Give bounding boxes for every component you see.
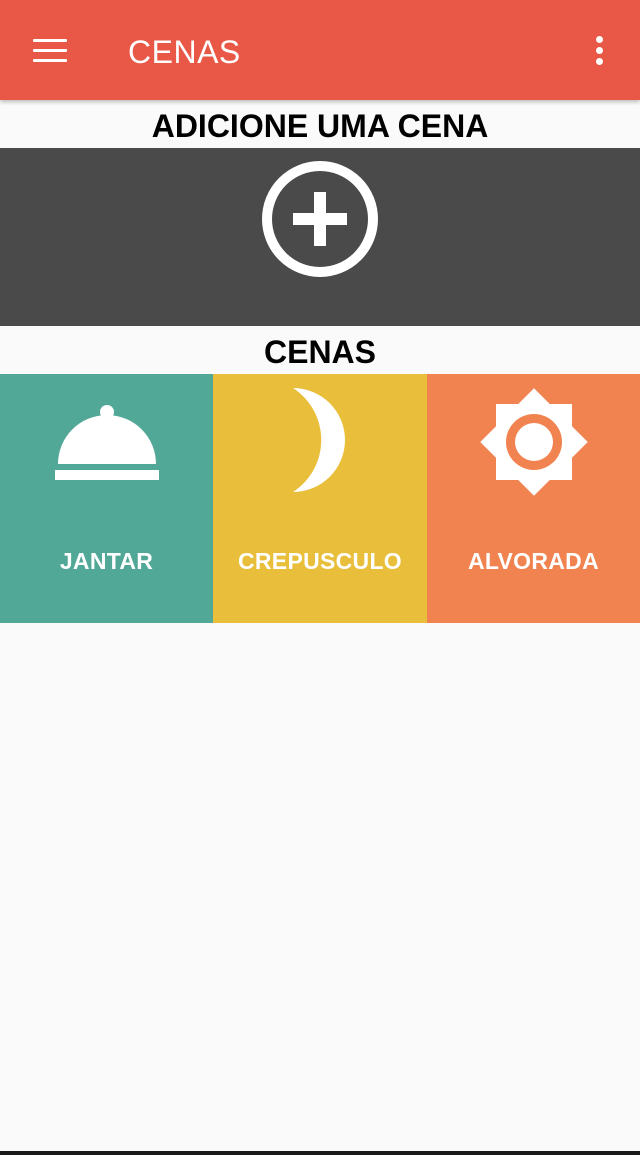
food-cloche-icon (54, 405, 159, 480)
bottom-divider (0, 1151, 640, 1155)
scene-tile-crepusculo[interactable]: CREPUSCULO (213, 374, 427, 623)
app-bar: CENAS (0, 0, 640, 100)
page-title: CENAS (128, 34, 241, 70)
scenes-list: JANTAR CREPUSCULO ALVORADA (0, 374, 640, 623)
crescent-moon-icon (293, 388, 345, 492)
scene-tile-jantar[interactable]: JANTAR (0, 374, 213, 623)
scene-label: ALVORADA (467, 548, 600, 574)
more-vertical-icon[interactable] (590, 36, 610, 66)
scene-tile-alvorada[interactable]: ALVORADA (427, 374, 640, 623)
add-scene-heading: ADICIONE UMA CENA (151, 108, 489, 144)
hamburger-menu-icon[interactable] (33, 39, 67, 63)
sun-icon (479, 388, 588, 496)
scenes-heading: CENAS (263, 334, 376, 370)
scene-label: JANTAR (59, 548, 154, 574)
add-scene-button[interactable] (0, 148, 640, 326)
add-circle-icon (262, 161, 378, 277)
scene-label: CREPUSCULO (237, 548, 402, 574)
